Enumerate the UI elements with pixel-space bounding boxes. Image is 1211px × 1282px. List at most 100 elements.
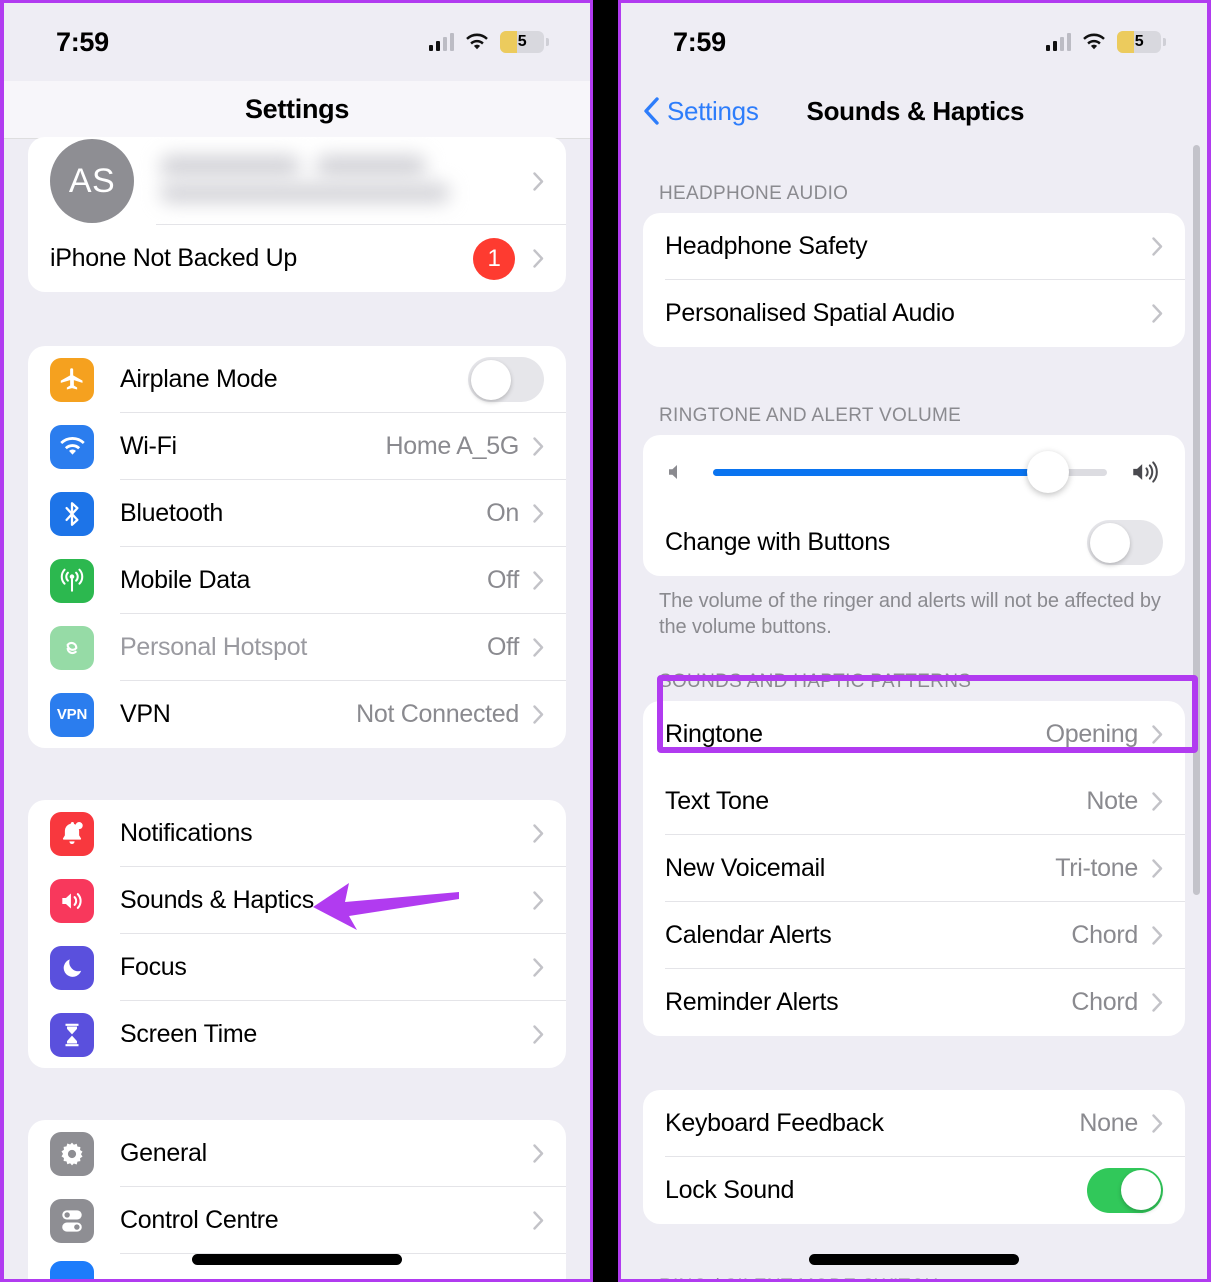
row-label: New Voicemail bbox=[665, 853, 826, 882]
sidebar-item-control-centre[interactable]: Control Centre bbox=[28, 1187, 566, 1254]
sidebar-item-personal-hotspot[interactable]: Personal Hotspot Off bbox=[28, 614, 566, 681]
row-label: Personal Hotspot bbox=[120, 633, 307, 661]
airplane-icon bbox=[50, 357, 94, 402]
sidebar-item-general[interactable]: General bbox=[28, 1120, 566, 1187]
sidebar-item-mobile-data[interactable]: Mobile Data Off bbox=[28, 547, 566, 614]
airplane-mode-toggle[interactable] bbox=[468, 357, 544, 402]
scrollbar[interactable] bbox=[1193, 145, 1200, 895]
sidebar-item-notifications[interactable]: Notifications bbox=[28, 800, 566, 867]
moon-icon bbox=[50, 945, 94, 990]
account-name-redacted bbox=[156, 151, 533, 211]
section-header-ringtone-volume: RINGTONE AND ALERT VOLUME bbox=[659, 405, 962, 426]
row-personalised-spatial-audio[interactable]: Personalised Spatial Audio bbox=[643, 280, 1185, 347]
vpn-icon: VPN bbox=[50, 692, 94, 737]
wifi-icon bbox=[1083, 33, 1105, 50]
battery-indicator: 5 bbox=[1117, 31, 1166, 53]
status-indicators: 5 bbox=[1045, 31, 1166, 53]
volume-slider-fill bbox=[713, 468, 1048, 476]
account-group: AS iPhone Not Backed Up 1 bbox=[28, 137, 566, 292]
chevron-right-icon bbox=[533, 1144, 544, 1163]
section-header-ring-silent: RING / SILENT MODE SWITCH bbox=[621, 1276, 1207, 1279]
row-reminder-alerts[interactable]: Reminder Alerts Chord bbox=[643, 969, 1185, 1036]
chevron-right-icon bbox=[533, 171, 544, 191]
row-value: Note bbox=[1086, 786, 1138, 815]
row-value: Off bbox=[487, 633, 519, 661]
battery-level: 5 bbox=[1134, 33, 1144, 50]
chevron-right-icon bbox=[1152, 237, 1163, 256]
sidebar-item-sounds-haptics[interactable]: Sounds & Haptics bbox=[28, 867, 566, 934]
left-settings-list: AS iPhone Not Backed Up 1 Airplane Mode … bbox=[4, 137, 590, 1279]
row-label: Personalised Spatial Audio bbox=[665, 299, 955, 327]
iphone-backup-row[interactable]: iPhone Not Backed Up 1 bbox=[28, 225, 566, 292]
row-label: Notifications bbox=[120, 819, 253, 847]
lock-sound-toggle[interactable] bbox=[1087, 1167, 1163, 1213]
hotspot-icon bbox=[50, 625, 94, 670]
status-bar-right: 7:59 5 bbox=[621, 3, 1207, 81]
row-label: Bluetooth bbox=[120, 499, 223, 527]
row-change-with-buttons[interactable]: Change with Buttons bbox=[643, 509, 1185, 576]
sidebar-item-vpn[interactable]: VPN VPN Not Connected bbox=[28, 681, 566, 748]
sidebar-item-airplane-mode[interactable]: Airplane Mode bbox=[28, 346, 566, 413]
sidebar-item-bluetooth[interactable]: Bluetooth On bbox=[28, 480, 566, 547]
row-ringtone[interactable]: Ringtone Opening bbox=[643, 701, 1185, 768]
row-label: Headphone Safety bbox=[665, 232, 868, 260]
volume-slider-track[interactable] bbox=[713, 451, 1107, 493]
chevron-right-icon bbox=[533, 1025, 544, 1044]
cellular-icon bbox=[50, 558, 94, 603]
chevron-right-icon bbox=[1152, 859, 1163, 878]
apple-id-row[interactable]: AS bbox=[28, 137, 566, 225]
row-label: General bbox=[120, 1139, 207, 1167]
chevron-left-icon bbox=[644, 97, 659, 125]
row-value: Opening bbox=[1045, 719, 1139, 748]
page-title: Sounds & Haptics bbox=[806, 95, 1025, 126]
left-nav-bar: Settings bbox=[4, 81, 590, 139]
volume-slider-thumb[interactable] bbox=[1026, 451, 1069, 493]
row-keyboard-feedback[interactable]: Keyboard Feedback None bbox=[643, 1090, 1185, 1157]
sidebar-item-focus[interactable]: Focus bbox=[28, 934, 566, 1001]
row-label: Airplane Mode bbox=[120, 365, 278, 393]
row-value: Chord bbox=[1071, 920, 1138, 949]
chevron-right-icon bbox=[533, 958, 544, 977]
row-value: Not Connected bbox=[356, 700, 519, 728]
wifi-icon bbox=[466, 33, 488, 50]
home-indicator bbox=[192, 1254, 402, 1265]
chevron-right-icon bbox=[533, 249, 544, 268]
sound-patterns-group: Ringtone Opening Text Tone Note New Voic… bbox=[643, 700, 1185, 1036]
change-with-buttons-toggle[interactable] bbox=[1087, 520, 1163, 565]
chevron-right-icon bbox=[1152, 304, 1163, 323]
row-headphone-safety[interactable]: Headphone Safety bbox=[643, 213, 1185, 280]
battery-indicator: 5 bbox=[500, 31, 549, 53]
speaker-low-icon bbox=[665, 460, 691, 484]
row-text-tone[interactable]: Text Tone Note bbox=[643, 768, 1185, 835]
row-label: Keyboard Feedback bbox=[665, 1108, 884, 1137]
chevron-right-icon bbox=[533, 638, 544, 657]
status-time: 7:59 bbox=[56, 26, 109, 57]
volume-footnote: The volume of the ringer and alerts will… bbox=[659, 590, 1161, 639]
sidebar-item-wifi[interactable]: Wi-Fi Home A_5G bbox=[28, 413, 566, 480]
row-calendar-alerts[interactable]: Calendar Alerts Chord bbox=[643, 902, 1185, 969]
sounds-haptics-list: HEADPHONE AUDIO Headphone Safety Persona… bbox=[621, 183, 1207, 1279]
back-button[interactable]: Settings bbox=[643, 96, 759, 127]
row-label: Focus bbox=[120, 953, 187, 981]
row-new-voicemail[interactable]: New Voicemail Tri-tone bbox=[643, 835, 1185, 902]
chevron-right-icon bbox=[533, 504, 544, 523]
row-label: Wi-Fi bbox=[120, 432, 177, 460]
bell-icon bbox=[50, 811, 94, 856]
row-value: Home A_5G bbox=[385, 432, 520, 460]
comparison-screenshot: 7:59 5 Settings AS iPhone Not Backed Up … bbox=[0, 0, 1211, 1282]
row-label: Reminder Alerts bbox=[665, 987, 839, 1016]
chevron-right-icon bbox=[533, 824, 544, 843]
left-phone-panel: 7:59 5 Settings AS iPhone Not Backed Up … bbox=[0, 0, 593, 1282]
hourglass-icon bbox=[50, 1012, 94, 1057]
battery-level: 5 bbox=[517, 33, 527, 50]
chevron-right-icon bbox=[533, 705, 544, 724]
volume-slider-row[interactable] bbox=[643, 435, 1185, 509]
wifi-icon bbox=[50, 424, 94, 469]
row-lock-sound[interactable]: Lock Sound bbox=[643, 1157, 1185, 1224]
row-value: On bbox=[486, 499, 519, 527]
gear-icon bbox=[50, 1131, 94, 1176]
alerts-group: Notifications Sounds & Haptics Focus Scr… bbox=[28, 800, 566, 1068]
speaker-high-icon bbox=[1129, 459, 1163, 485]
sidebar-item-screen-time[interactable]: Screen Time bbox=[28, 1001, 566, 1068]
speaker-icon bbox=[50, 878, 94, 923]
